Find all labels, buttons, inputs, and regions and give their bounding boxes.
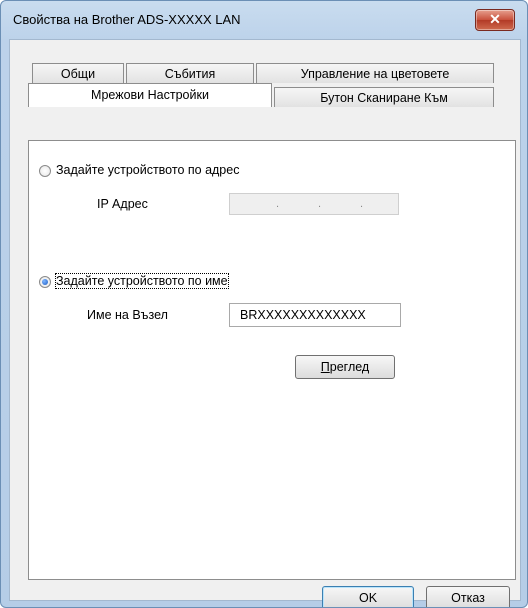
browse-button[interactable]: Преглед [295,355,395,379]
ip-separator: . [276,198,280,210]
radio-by-name[interactable] [39,276,51,288]
node-name-label: Име на Възел [87,308,168,322]
browse-button-accelerator: П [320,360,330,374]
ip-separator: . [360,198,364,210]
close-button[interactable]: ✕ [475,9,515,31]
ok-button[interactable]: OK [322,586,414,607]
tab-scan-to-button[interactable]: Бутон Сканиране Към [274,87,494,107]
network-settings-panel: Задайте устройството по адрес IP Адрес .… [28,140,516,580]
radio-by-name-label[interactable]: Задайте устройството по име [55,273,229,289]
dialog-client-area: Общи Събития Управление на цветовете Мре… [9,39,521,607]
tab-general[interactable]: Общи [32,63,124,83]
radio-by-address-label[interactable]: Задайте устройството по адрес [56,163,239,177]
tab-network-settings[interactable]: Мрежови Настройки [28,83,272,107]
cancel-button[interactable]: Отказ [426,586,510,607]
node-name-input[interactable]: BRXXXXXXXXXXXXX [229,303,401,327]
title-bar[interactable]: Свойства на Brother ADS-XXXXX LAN ✕ [1,1,527,39]
ip-address-field: . . . [229,193,399,215]
window-title: Свойства на Brother ADS-XXXXX LAN [13,12,241,27]
dialog-window: Свойства на Brother ADS-XXXXX LAN ✕ Общи… [0,0,528,608]
browse-button-label: реглед [329,360,370,374]
ip-separator: . [318,198,322,210]
tab-events[interactable]: Събития [126,63,254,83]
radio-by-address[interactable] [39,165,51,177]
close-icon: ✕ [489,11,501,27]
tab-color-management[interactable]: Управление на цветовете [256,63,494,83]
ip-address-label: IP Адрес [97,197,148,211]
